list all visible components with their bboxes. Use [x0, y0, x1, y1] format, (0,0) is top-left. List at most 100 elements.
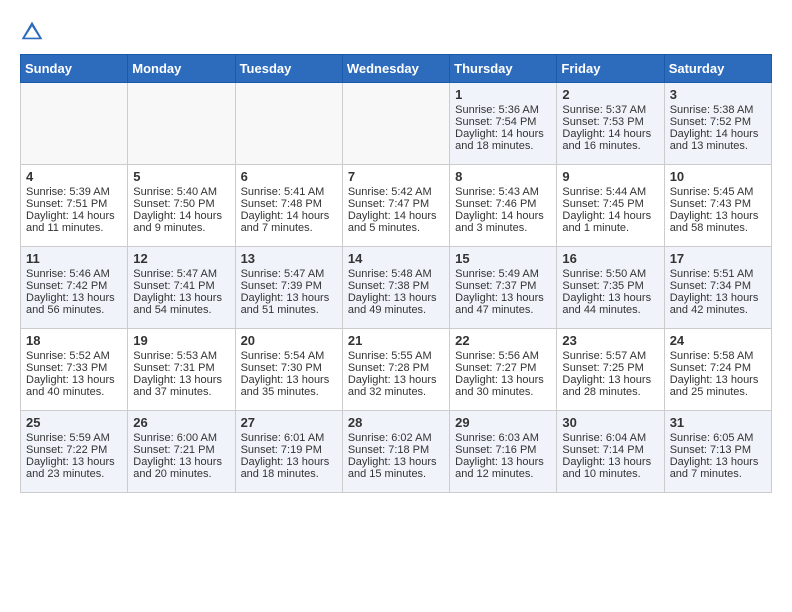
calendar-cell: 15Sunrise: 5:49 AMSunset: 7:37 PMDayligh… — [450, 247, 557, 329]
calendar-week-row: 1Sunrise: 5:36 AMSunset: 7:54 PMDaylight… — [21, 83, 772, 165]
day-number: 9 — [562, 169, 658, 184]
day-info: Daylight: 13 hours — [348, 292, 444, 304]
day-info: and 20 minutes. — [133, 468, 229, 480]
calendar-cell: 18Sunrise: 5:52 AMSunset: 7:33 PMDayligh… — [21, 329, 128, 411]
day-number: 6 — [241, 169, 337, 184]
day-info: Sunset: 7:39 PM — [241, 280, 337, 292]
calendar-cell: 29Sunrise: 6:03 AMSunset: 7:16 PMDayligh… — [450, 411, 557, 493]
day-info: Sunset: 7:52 PM — [670, 116, 766, 128]
day-info: and 12 minutes. — [455, 468, 551, 480]
day-info: Sunrise: 5:41 AM — [241, 186, 337, 198]
calendar-week-row: 18Sunrise: 5:52 AMSunset: 7:33 PMDayligh… — [21, 329, 772, 411]
day-info: Sunrise: 6:05 AM — [670, 432, 766, 444]
day-info: and 49 minutes. — [348, 304, 444, 316]
day-info: Sunset: 7:25 PM — [562, 362, 658, 374]
calendar-cell: 26 Sunrise: 6:00 AMSunset: 7:21 PMDayligh… — [128, 411, 235, 493]
day-info: Sunset: 7:35 PM — [562, 280, 658, 292]
day-info: Sunset: 7:22 PM — [26, 444, 122, 456]
day-info: Daylight: 13 hours — [670, 210, 766, 222]
day-number: 30 — [562, 415, 658, 430]
day-info: Sunrise: 5:47 AM — [133, 268, 229, 280]
day-info: Daylight: 13 hours — [241, 456, 337, 468]
day-number: 28 — [348, 415, 444, 430]
day-number: 3 — [670, 87, 766, 102]
day-info: Sunset: 7:28 PM — [348, 362, 444, 374]
calendar-cell: 19 Sunrise: 5:53 AMSunset: 7:31 PMDayligh… — [128, 329, 235, 411]
day-info: Sunrise: 6:00 AM — [133, 432, 229, 444]
day-info: Daylight: 13 hours — [133, 456, 229, 468]
day-info: Sunset: 7:21 PM — [133, 444, 229, 456]
day-info: and 10 minutes. — [562, 468, 658, 480]
day-info: and 30 minutes. — [455, 386, 551, 398]
day-info: Sunrise: 5:40 AM — [133, 186, 229, 198]
day-info: Sunset: 7:45 PM — [562, 198, 658, 210]
day-info: Sunset: 7:34 PM — [670, 280, 766, 292]
calendar-header-row: SundayMondayTuesdayWednesdayThursdayFrid… — [21, 55, 772, 83]
day-number: 11 — [26, 251, 122, 266]
day-number: 13 — [241, 251, 337, 266]
day-info: Sunrise: 6:01 AM — [241, 432, 337, 444]
day-number: 20 — [241, 333, 337, 348]
day-number: 26 — [133, 415, 229, 430]
calendar-cell: 22Sunrise: 5:56 AMSunset: 7:27 PMDayligh… — [450, 329, 557, 411]
day-info: Daylight: 13 hours — [670, 456, 766, 468]
calendar-cell: 1Sunrise: 5:36 AMSunset: 7:54 PMDaylight… — [450, 83, 557, 165]
day-info: and 32 minutes. — [348, 386, 444, 398]
calendar-cell — [128, 83, 235, 165]
day-number: 29 — [455, 415, 551, 430]
day-info: Daylight: 13 hours — [26, 456, 122, 468]
day-number: 24 — [670, 333, 766, 348]
day-info: Daylight: 13 hours — [348, 374, 444, 386]
day-info: Sunset: 7:37 PM — [455, 280, 551, 292]
day-info: Sunrise: 5:59 AM — [26, 432, 122, 444]
calendar-cell: 12Sunrise: 5:47 AMSunset: 7:41 PMDayligh… — [128, 247, 235, 329]
day-info: Sunset: 7:27 PM — [455, 362, 551, 374]
day-number: 1 — [455, 87, 551, 102]
day-info: and 56 minutes. — [26, 304, 122, 316]
day-info: and 9 minutes. — [133, 222, 229, 234]
day-info: Sunrise: 6:04 AM — [562, 432, 658, 444]
day-info: and 23 minutes. — [26, 468, 122, 480]
day-info: Daylight: 13 hours — [562, 374, 658, 386]
day-info: and 3 minutes. — [455, 222, 551, 234]
weekday-header: Tuesday — [235, 55, 342, 83]
day-info: and 5 minutes. — [348, 222, 444, 234]
day-info: Daylight: 13 hours — [455, 292, 551, 304]
day-number: 10 — [670, 169, 766, 184]
day-info: Daylight: 14 hours — [455, 128, 551, 140]
day-info: Sunrise: 5:36 AM — [455, 104, 551, 116]
day-info: Sunrise: 5:46 AM — [26, 268, 122, 280]
day-info: and 42 minutes. — [670, 304, 766, 316]
day-info: Sunrise: 5:43 AM — [455, 186, 551, 198]
day-info: Sunrise: 5:50 AM — [562, 268, 658, 280]
day-info: Sunrise: 5:38 AM — [670, 104, 766, 116]
day-info: Daylight: 13 hours — [26, 374, 122, 386]
day-number: 19 — [133, 333, 229, 348]
calendar-cell: 25Sunrise: 5:59 AMSunset: 7:22 PMDayligh… — [21, 411, 128, 493]
calendar-cell: 23Sunrise: 5:57 AMSunset: 7:25 PMDayligh… — [557, 329, 664, 411]
day-info: Sunset: 7:38 PM — [348, 280, 444, 292]
day-number: 18 — [26, 333, 122, 348]
calendar-cell: 3Sunrise: 5:38 AMSunset: 7:52 PMDaylight… — [664, 83, 771, 165]
day-number: 16 — [562, 251, 658, 266]
day-info: and 25 minutes. — [670, 386, 766, 398]
calendar-cell: 30Sunrise: 6:04 AMSunset: 7:14 PMDayligh… — [557, 411, 664, 493]
day-info: Daylight: 13 hours — [562, 292, 658, 304]
calendar-cell: 14Sunrise: 5:48 AMSunset: 7:38 PMDayligh… — [342, 247, 449, 329]
day-number: 23 — [562, 333, 658, 348]
day-info: Daylight: 14 hours — [562, 128, 658, 140]
calendar-cell: 10Sunrise: 5:45 AMSunset: 7:43 PMDayligh… — [664, 165, 771, 247]
day-number: 27 — [241, 415, 337, 430]
day-info: Sunset: 7:31 PM — [133, 362, 229, 374]
day-info: Sunrise: 6:03 AM — [455, 432, 551, 444]
day-number: 31 — [670, 415, 766, 430]
day-info: and 1 minute. — [562, 222, 658, 234]
day-info: and 18 minutes. — [455, 140, 551, 152]
day-info: Daylight: 13 hours — [133, 374, 229, 386]
day-info: Sunrise: 5:53 AM — [133, 350, 229, 362]
day-info: Daylight: 14 hours — [133, 210, 229, 222]
day-info: Daylight: 13 hours — [241, 374, 337, 386]
weekday-header: Friday — [557, 55, 664, 83]
day-info: Sunset: 7:43 PM — [670, 198, 766, 210]
day-info: Daylight: 14 hours — [241, 210, 337, 222]
